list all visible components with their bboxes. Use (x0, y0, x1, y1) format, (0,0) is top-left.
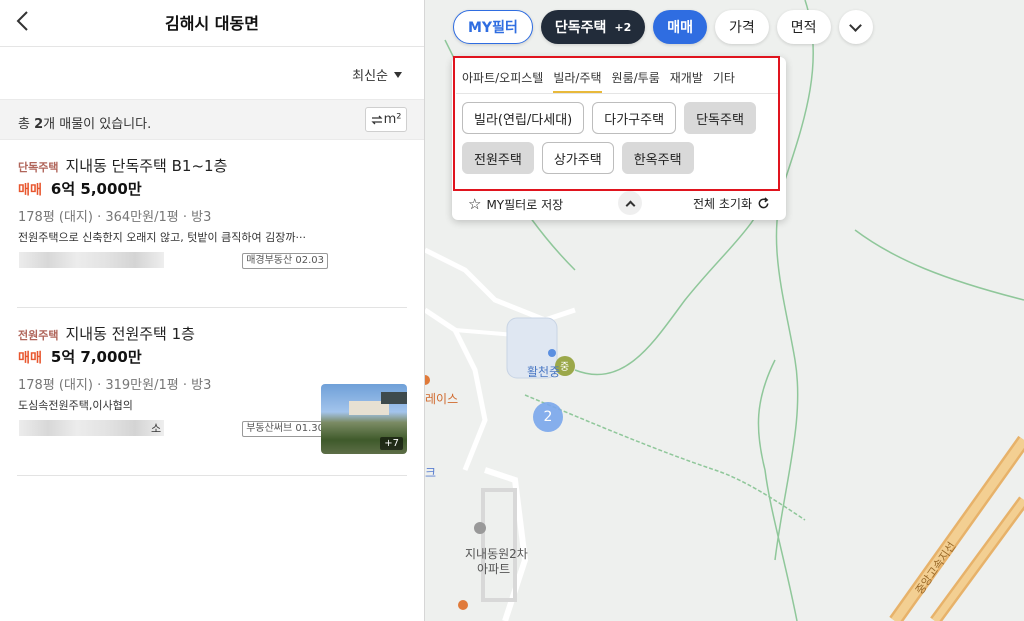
option-country-house[interactable]: 전원주택 (462, 142, 534, 174)
caret-down-icon (394, 71, 402, 78)
map-cluster-marker[interactable]: 2 (533, 402, 563, 432)
listing-price-row: 매매 6억 5,000만 (18, 178, 142, 199)
sort-row: 최신순 (0, 47, 424, 99)
count-suffix: 개 매물이 있습니다. (43, 117, 152, 132)
unit-toggle-button[interactable]: m² (365, 107, 407, 132)
category-tabs: 아파트/오피스텔 빌라/주택 원룸/투룸 재개발 기타 (462, 69, 735, 93)
property-type-extra-count: +2 (614, 20, 632, 34)
save-filter-button[interactable]: MY필터로 저장 (486, 196, 563, 213)
agent-badge: 부동산써브 01.30 (242, 421, 328, 437)
listing-item[interactable]: 단독주택 지내동 단독주택 B1~1층 매매 6억 5,000만 178평 (대… (17, 140, 407, 308)
blurred-agent-info (19, 252, 164, 268)
price-chip[interactable]: 가격 (715, 10, 769, 44)
listing-heading: 단독주택 지내동 단독주택 B1~1층 (18, 155, 227, 176)
listing-price: 5억 7,000만 (50, 348, 142, 366)
panel-footer: ☆ MY필터로 저장 전체 초기화 (468, 191, 770, 215)
property-type-label: 단독주택 (554, 20, 607, 36)
collapse-button[interactable] (618, 191, 642, 215)
map-label: 활천중 (527, 365, 561, 379)
tab-redevelopment[interactable]: 재개발 (670, 69, 703, 93)
listing-name: 지내동 단독주택 B1~1층 (65, 157, 228, 175)
reset-button[interactable]: 전체 초기화 (693, 195, 770, 212)
chevron-down-icon (849, 18, 862, 32)
property-type-chip[interactable]: 단독주택 +2 (540, 10, 646, 44)
deal-type-chip[interactable]: 매매 (653, 10, 708, 44)
listing-name: 지내동 전원주택 1층 (65, 325, 195, 343)
photo-count: +7 (380, 437, 403, 450)
deal-type: 매매 (18, 351, 42, 366)
listing-type-tag: 단독주택 (18, 161, 59, 174)
listing-type-tag: 전원주택 (18, 329, 59, 342)
header: 김해시 대동면 (0, 0, 424, 47)
my-filter-chip[interactable]: MY필터 (453, 10, 533, 44)
option-multifamily[interactable]: 다가구주택 (592, 102, 677, 134)
listing-heading: 전원주택 지내동 전원주택 1층 (18, 323, 195, 344)
tab-divider (456, 93, 778, 94)
listing-spec: 178평 (대지) · 364만원/1평 · 방3 (18, 210, 212, 225)
more-filters-button[interactable] (838, 10, 873, 44)
sort-label: 최신순 (352, 69, 388, 84)
star-icon: ☆ (468, 195, 482, 213)
result-count-bar: 총 2개 매물이 있습니다. m² (0, 99, 424, 140)
option-commercial-house[interactable]: 상가주택 (541, 142, 614, 174)
listing-description: 전원주택으로 신축한지 오래지 않고, 텃밭이 큼직하여 김장까··· (18, 231, 306, 244)
page-title: 김해시 대동면 (165, 14, 259, 33)
deal-type: 매매 (18, 183, 42, 198)
listing-item[interactable]: 전원주택 지내동 전원주택 1층 매매 5억 7,000만 178평 (대지) … (17, 308, 407, 476)
property-type-panel: 아파트/오피스텔 빌라/주택 원룸/투룸 재개발 기타 빌라(연립/다세대) 다… (452, 57, 786, 220)
option-hanok[interactable]: 한옥주택 (621, 142, 694, 174)
refresh-icon (758, 197, 769, 209)
swap-icon (370, 115, 383, 124)
tab-other[interactable]: 기타 (713, 69, 735, 93)
option-detached[interactable]: 단독주택 (684, 102, 756, 134)
reset-label: 전체 초기화 (692, 197, 752, 211)
blurred-agent-info: 소 (19, 420, 164, 436)
roof-shape (381, 392, 407, 404)
count-number: 2 (34, 117, 44, 132)
map-label: 크 (425, 466, 437, 480)
agent-name-suffix: 소 (151, 422, 162, 435)
listing-spec: 178평 (대지) · 319만원/1평 · 방3 (18, 378, 212, 393)
listing-price-row: 매매 5억 7,000만 (18, 346, 142, 367)
listing-price: 6억 5,000만 (50, 180, 142, 198)
map-label: 아파트 (477, 562, 511, 576)
filter-chip-bar: MY필터 단독주택 +2 매매 가격 면적 (453, 10, 873, 44)
result-count: 총 2개 매물이 있습니다. (18, 113, 151, 132)
listing-panel: 김해시 대동면 최신순 총 2개 매물이 있습니다. m² 단독주택 지내동 단… (0, 0, 425, 621)
option-villa[interactable]: 빌라(연립/다세대) (462, 102, 585, 134)
map-label: 레이스 (425, 392, 459, 406)
map-label: 중 (560, 362, 570, 373)
listing-description: 도심속전원주택,이사협의 (18, 399, 133, 412)
chevron-up-icon (625, 200, 635, 210)
tab-apartment[interactable]: 아파트/오피스텔 (462, 69, 543, 93)
agent-badge: 매경부동산 02.03 (242, 253, 328, 269)
tab-oneroom[interactable]: 원룸/투룸 (612, 69, 660, 93)
listing-photo[interactable]: +7 (321, 384, 407, 454)
sort-dropdown[interactable]: 최신순 (352, 65, 402, 84)
tab-villa[interactable]: 빌라/주택 (553, 69, 602, 93)
unit-label: m² (383, 112, 402, 127)
area-chip[interactable]: 면적 (776, 10, 831, 44)
property-option-list: 빌라(연립/다세대) 다가구주택 단독주택 전원주택 상가주택 한옥주택 (462, 102, 762, 174)
count-prefix: 총 (18, 117, 35, 132)
